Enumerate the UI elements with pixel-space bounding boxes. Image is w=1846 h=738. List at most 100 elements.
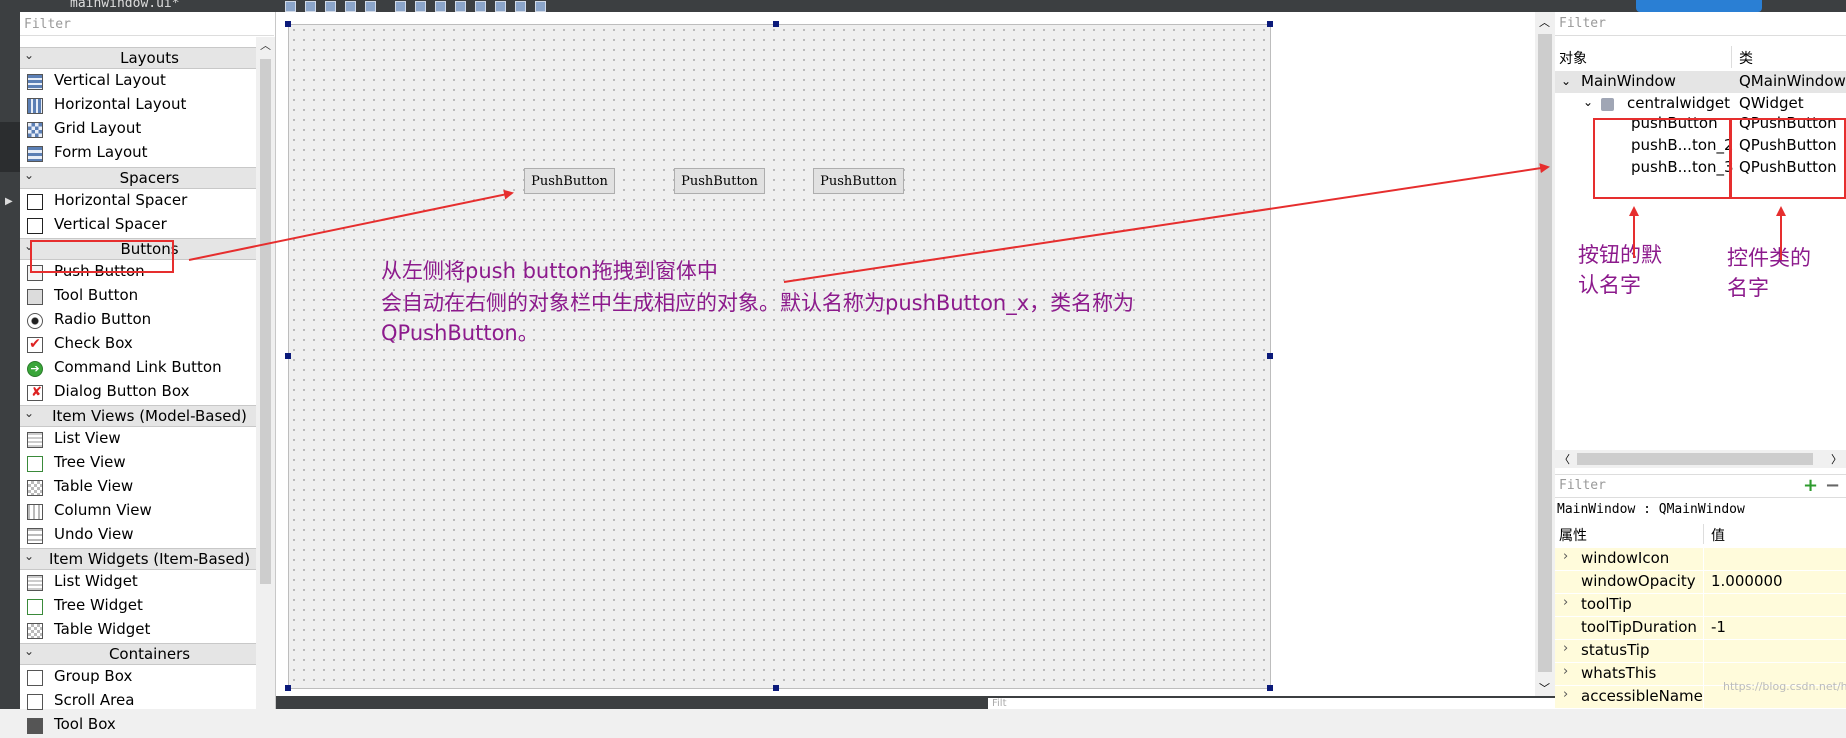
- bottom-filter-input[interactable]: Filt: [988, 698, 1555, 709]
- resize-handle[interactable]: [773, 21, 779, 27]
- edit-signals-icon[interactable]: [325, 1, 336, 12]
- resize-handle[interactable]: [285, 21, 291, 27]
- scroll-up-icon[interactable]: ︿: [256, 37, 275, 55]
- main-window-form[interactable]: PushButton PushButton PushButton: [288, 24, 1271, 689]
- column-header-property[interactable]: 属性: [1559, 525, 1587, 545]
- property-row-windowicon[interactable]: › windowIcon: [1555, 548, 1846, 571]
- widget-column-view[interactable]: Column View: [20, 500, 275, 524]
- widget-label: Radio Button: [54, 310, 152, 328]
- close-tab-icon[interactable]: [285, 1, 296, 12]
- widget-dialog-button-box[interactable]: ✘ Dialog Button Box: [20, 381, 275, 405]
- column-header-value[interactable]: 值: [1711, 525, 1725, 545]
- category-containers[interactable]: ⌄ Containers: [20, 643, 275, 665]
- widget-tool-button[interactable]: Tool Button: [20, 285, 275, 309]
- column-divider: [1703, 594, 1704, 617]
- scroll-up-icon[interactable]: ︿: [1539, 14, 1550, 30]
- property-name: windowOpacity: [1581, 572, 1696, 590]
- push-button-3[interactable]: PushButton: [813, 168, 904, 194]
- widget-tool-box[interactable]: Tool Box: [20, 714, 275, 738]
- chevron-right-icon[interactable]: ›: [1563, 641, 1568, 656]
- widget-label: Tool Button: [54, 286, 139, 304]
- property-value[interactable]: 1.000000: [1711, 572, 1783, 590]
- tree-row-mainwindow[interactable]: ⌄ MainWindow QMainWindow: [1555, 71, 1846, 93]
- table-view-icon: [27, 480, 43, 496]
- widget-horizontal-spacer[interactable]: Horizontal Spacer: [20, 190, 275, 214]
- scroll-left-icon[interactable]: 〈: [1559, 451, 1570, 467]
- chevron-right-icon[interactable]: ›: [1563, 687, 1568, 702]
- layout-splitter-v-icon[interactable]: [455, 1, 466, 12]
- widget-list-view[interactable]: List View: [20, 428, 275, 452]
- column-header-class[interactable]: 类: [1739, 48, 1753, 68]
- property-row-statustip[interactable]: › statusTip: [1555, 640, 1846, 663]
- layout-splitter-h-icon[interactable]: [435, 1, 446, 12]
- category-spacers[interactable]: ⌄ Spacers: [20, 167, 275, 189]
- chevron-down-icon[interactable]: ⌄: [1583, 95, 1593, 109]
- object-inspector-hscrollbar[interactable]: 〈 〉: [1555, 450, 1846, 468]
- category-layouts[interactable]: ⌄ Layouts: [20, 47, 275, 69]
- widget-radio-button[interactable]: Radio Button: [20, 309, 275, 333]
- resize-handle[interactable]: [1267, 353, 1273, 359]
- scroll-thumb[interactable]: [1577, 453, 1813, 465]
- canvas-scrollbar[interactable]: ︿ ﹀: [1535, 12, 1555, 696]
- add-property-icon[interactable]: +: [1803, 477, 1818, 495]
- edit-buddies-icon[interactable]: [345, 1, 356, 12]
- resize-handle[interactable]: [773, 685, 779, 691]
- widget-check-box[interactable]: ✔ Check Box: [20, 333, 275, 357]
- column-divider: [1703, 686, 1704, 709]
- tree-row-centralwidget[interactable]: ⌄ centralwidget QWidget: [1555, 93, 1846, 115]
- property-value[interactable]: -1: [1711, 618, 1726, 636]
- property-row-tooltip[interactable]: › toolTip: [1555, 594, 1846, 617]
- scroll-down-icon[interactable]: ﹀: [1539, 680, 1550, 696]
- break-layout-icon[interactable]: [515, 1, 526, 12]
- widget-box-scrollbar[interactable]: ︿: [256, 37, 275, 709]
- chevron-right-icon[interactable]: ›: [1563, 664, 1568, 679]
- scroll-thumb[interactable]: [260, 59, 271, 584]
- chevron-right-icon[interactable]: ›: [1563, 549, 1568, 564]
- edit-tab-order-icon[interactable]: [365, 1, 376, 12]
- push-button-1[interactable]: PushButton: [524, 168, 615, 194]
- annotation-class-name-2: 名字: [1727, 276, 1769, 300]
- property-row-tooltipduration[interactable]: toolTipDuration -1: [1555, 617, 1846, 640]
- blue-action-button[interactable]: [1636, 0, 1762, 12]
- resize-handle[interactable]: [1267, 21, 1273, 27]
- widget-vertical-layout[interactable]: Vertical Layout: [20, 70, 275, 94]
- widget-table-view[interactable]: Table View: [20, 476, 275, 500]
- widget-list-widget[interactable]: List Widget: [20, 571, 275, 595]
- layout-form-icon[interactable]: [475, 1, 486, 12]
- widget-vertical-spacer[interactable]: Vertical Spacer: [20, 214, 275, 238]
- layout-vertical-icon[interactable]: [415, 1, 426, 12]
- widget-command-link-button[interactable]: ➔ Command Link Button: [20, 357, 275, 381]
- edit-widgets-icon[interactable]: [305, 1, 316, 12]
- scroll-thumb[interactable]: [1538, 34, 1552, 672]
- column-header-object[interactable]: 对象: [1559, 48, 1587, 68]
- adjust-size-icon[interactable]: [535, 1, 546, 12]
- widget-box-filter[interactable]: Filter: [20, 14, 274, 36]
- widget-horizontal-layout[interactable]: Horizontal Layout: [20, 94, 275, 118]
- layout-horizontal-icon[interactable]: [395, 1, 406, 12]
- file-tab-title[interactable]: mainwindow.ui*: [70, 0, 180, 11]
- scroll-right-icon[interactable]: 〉: [1831, 451, 1842, 467]
- remove-property-icon[interactable]: −: [1825, 477, 1840, 495]
- widget-grid-layout[interactable]: Grid Layout: [20, 118, 275, 142]
- widget-tree-view[interactable]: Tree View: [20, 452, 275, 476]
- resize-handle[interactable]: [285, 685, 291, 691]
- object-inspector-filter[interactable]: Filter: [1555, 12, 1846, 36]
- chevron-right-icon[interactable]: ›: [1563, 595, 1568, 610]
- category-item-widgets[interactable]: ⌄ Item Widgets (Item-Based): [20, 548, 275, 570]
- widget-table-widget[interactable]: Table Widget: [20, 619, 275, 643]
- layout-grid-icon[interactable]: [495, 1, 506, 12]
- push-button-2[interactable]: PushButton: [674, 168, 765, 194]
- widget-scroll-area[interactable]: Scroll Area: [20, 690, 275, 714]
- resize-handle[interactable]: [285, 353, 291, 359]
- column-divider: [1703, 617, 1704, 640]
- category-item-views[interactable]: ⌄ Item Views (Model-Based): [20, 405, 275, 427]
- property-row-windowopacity[interactable]: windowOpacity 1.000000: [1555, 571, 1846, 594]
- chevron-down-icon[interactable]: ⌄: [1561, 74, 1571, 88]
- resize-handle[interactable]: [1267, 685, 1273, 691]
- expand-arrow-icon[interactable]: ▶: [5, 196, 13, 207]
- widget-tree-widget[interactable]: Tree Widget: [20, 595, 275, 619]
- category-label: Spacers: [119, 169, 180, 187]
- widget-form-layout[interactable]: Form Layout: [20, 142, 275, 166]
- widget-undo-view[interactable]: Undo View: [20, 524, 275, 548]
- widget-group-box[interactable]: Group Box: [20, 666, 275, 690]
